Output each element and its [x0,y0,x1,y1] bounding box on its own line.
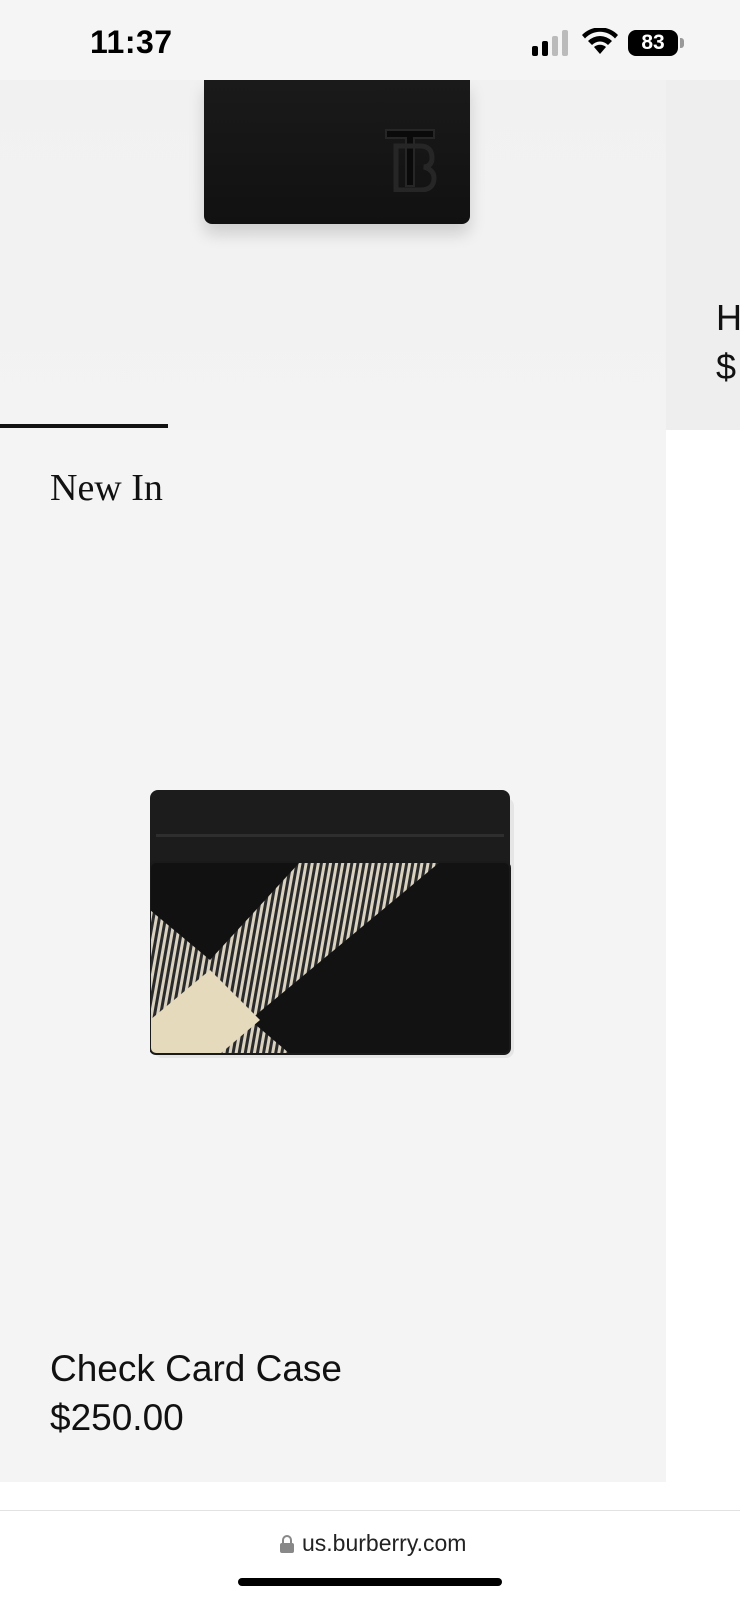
check-card-case-image[interactable] [150,790,516,1060]
battery-level: 83 [628,30,678,56]
top-product-card[interactable] [0,80,666,430]
next-product-name: H [716,297,740,338]
product-name: Check Card Case [50,1348,343,1389]
next-product-price: $ [716,346,737,387]
status-bar: 11:37 83 [0,0,740,80]
battery-tip [680,38,684,48]
lock-icon [280,1535,294,1553]
tb-monogram-icon [385,129,437,192]
status-time: 11:37 [90,24,173,60]
wifi-icon [582,28,618,54]
url-text[interactable]: us.burberry.com [302,1530,466,1557]
battery-icon: 83 [628,30,684,56]
section-title: New In [50,467,163,509]
carousel-progress-indicator [0,424,168,428]
black-wallet-image [204,80,470,224]
cellular-signal-icon [532,30,568,56]
product-price: $250.00 [50,1397,184,1438]
home-indicator[interactable] [238,1578,502,1586]
